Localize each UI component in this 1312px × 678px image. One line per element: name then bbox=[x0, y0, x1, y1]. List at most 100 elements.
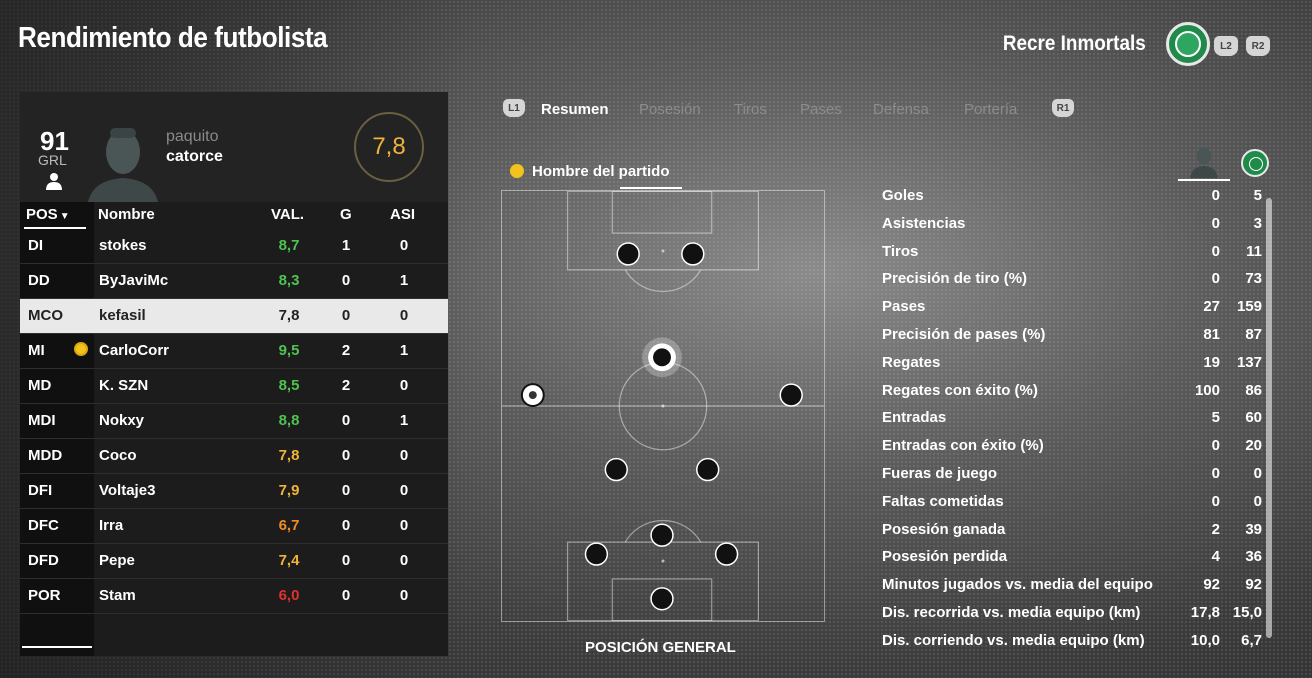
row-goals: 0 bbox=[341, 412, 351, 429]
stat-team-value: 20 bbox=[1245, 437, 1262, 455]
stat-row: Posesión ganada 2 39 bbox=[882, 519, 1262, 543]
motm-label: Hombre del partido bbox=[510, 163, 670, 180]
stat-row: Tiros 0 11 bbox=[882, 241, 1262, 265]
club-name: Recre Inmortals bbox=[1003, 32, 1146, 55]
stat-label: Entradas con éxito (%) bbox=[882, 437, 1044, 455]
header-pos[interactable]: POS ▼ bbox=[26, 206, 70, 223]
table-row[interactable]: MDI Nokxy 8,8 0 1 bbox=[20, 404, 448, 439]
table-row[interactable]: POR Stam 6,0 0 0 bbox=[20, 579, 448, 614]
player-marker bbox=[681, 242, 705, 266]
row-position: MDI bbox=[28, 412, 56, 429]
row-assists: 0 bbox=[399, 517, 409, 534]
stat-team-value: 0 bbox=[1253, 465, 1262, 482]
row-rating: 8,7 bbox=[278, 237, 300, 254]
player-marker bbox=[584, 542, 609, 566]
tab-resumen[interactable]: Resumen bbox=[541, 101, 609, 118]
tab-defensa[interactable]: Defensa bbox=[873, 101, 929, 118]
stat-player-value: 0 bbox=[1211, 437, 1220, 455]
stat-row: Entradas con éxito (%) 0 20 bbox=[882, 435, 1262, 459]
row-rating: 8,5 bbox=[278, 377, 300, 394]
stat-row: Asistencias 0 3 bbox=[882, 213, 1262, 237]
stat-row: Dis. corriendo vs. media equipo (km) 10,0… bbox=[882, 630, 1262, 654]
team-column-crest-icon bbox=[1241, 149, 1269, 177]
stat-player-value: 0 bbox=[1211, 187, 1220, 204]
table-row[interactable]: MD K. SZN 8,5 2 0 bbox=[20, 369, 448, 404]
person-icon bbox=[46, 173, 62, 190]
table-row[interactable]: DFD Pepe 7,4 0 0 bbox=[20, 544, 448, 579]
stat-player-value: 2 bbox=[1211, 520, 1220, 538]
tab-tiros[interactable]: Tiros bbox=[734, 101, 767, 118]
table-row[interactable]: DFC Irra 6,7 0 0 bbox=[20, 509, 448, 544]
row-assists: 0 bbox=[399, 552, 409, 569]
stat-label: Regates bbox=[882, 353, 941, 371]
row-position: DD bbox=[28, 272, 50, 289]
stat-label: Tiros bbox=[882, 242, 919, 260]
stats-column-underline bbox=[1178, 179, 1230, 181]
panel-footer-line bbox=[22, 646, 92, 648]
table-row[interactable]: DD ByJaviMc 8,3 0 1 bbox=[20, 264, 448, 299]
row-assists: 0 bbox=[399, 307, 409, 324]
r1-button-icon[interactable]: R1 bbox=[1052, 99, 1074, 117]
stat-row: Faltas cometidas 0 0 bbox=[882, 491, 1262, 515]
row-rating: 7,8 bbox=[278, 447, 300, 464]
stat-row: Pases 27 159 bbox=[882, 296, 1262, 320]
l1-button-icon[interactable]: L1 bbox=[503, 99, 525, 117]
player-first-name: paquito bbox=[166, 128, 219, 145]
stat-label: Dis. recorrida vs. media equipo (km) bbox=[882, 604, 1141, 621]
row-position: POR bbox=[28, 587, 61, 604]
row-rating: 7,9 bbox=[278, 482, 300, 499]
row-assists: 0 bbox=[399, 482, 409, 499]
stat-row: Precisión de pases (%) 81 87 bbox=[882, 324, 1262, 348]
stat-team-value: 11 bbox=[1246, 242, 1262, 260]
selected-player-inner bbox=[653, 348, 671, 367]
row-rating: 7,4 bbox=[278, 552, 300, 569]
player-marker bbox=[604, 457, 628, 482]
stat-player-value: 0 bbox=[1211, 492, 1220, 510]
stat-player-value: 4 bbox=[1211, 548, 1220, 566]
row-assists: 0 bbox=[399, 587, 409, 604]
tab-pases[interactable]: Pases bbox=[800, 101, 842, 118]
row-goals: 0 bbox=[341, 447, 351, 464]
stat-label: Minutos jugados vs. media del equipo bbox=[882, 576, 1153, 594]
row-player-name: Stam bbox=[99, 587, 136, 604]
r2-button-icon[interactable]: R2 bbox=[1246, 36, 1270, 56]
table-row[interactable]: DFI Voltaje3 7,9 0 0 bbox=[20, 474, 448, 509]
stat-label: Fueras de juego bbox=[882, 465, 998, 482]
row-assists: 0 bbox=[399, 237, 409, 254]
stat-player-value: 81 bbox=[1203, 326, 1220, 343]
stat-team-value: 159 bbox=[1236, 298, 1262, 316]
table-row[interactable]: MCO kefasil 7,8 0 0 bbox=[20, 299, 448, 334]
table-row[interactable]: MDD Coco 7,8 0 0 bbox=[20, 439, 448, 474]
l2-button-icon[interactable]: L2 bbox=[1214, 36, 1238, 56]
stat-team-value: 60 bbox=[1245, 409, 1262, 427]
table-row[interactable]: MI CarloCorr 9,5 2 1 bbox=[20, 334, 448, 369]
stats-scrollbar[interactable] bbox=[1266, 198, 1272, 638]
row-position: DFC bbox=[28, 517, 59, 534]
row-assists: 1 bbox=[399, 342, 409, 359]
row-rating: 6,0 bbox=[278, 587, 300, 604]
stat-row: Goles 0 5 bbox=[882, 185, 1262, 209]
stat-team-value: 87 bbox=[1245, 326, 1262, 343]
stat-label: Goles bbox=[882, 187, 924, 204]
header-val: VAL. bbox=[271, 206, 305, 223]
stat-row: Entradas 5 60 bbox=[882, 407, 1262, 431]
stat-player-value: 19 bbox=[1203, 353, 1220, 371]
tab-posesion[interactable]: Posesión bbox=[639, 101, 701, 118]
stat-label: Precisión de tiro (%) bbox=[882, 270, 1028, 288]
row-position: DFD bbox=[28, 552, 59, 569]
row-position: MCO bbox=[28, 307, 63, 324]
row-position: MDD bbox=[28, 447, 63, 464]
stat-label: Posesión perdida bbox=[882, 548, 1008, 566]
row-player-name: K. SZN bbox=[99, 377, 149, 394]
row-goals: 0 bbox=[341, 272, 351, 289]
top-penalty-box bbox=[566, 191, 760, 271]
row-player-name: ByJaviMc bbox=[99, 272, 169, 289]
stat-team-value: 5 bbox=[1253, 187, 1262, 204]
stat-team-value: 15,0 bbox=[1232, 604, 1262, 621]
table-row[interactable]: DI stokes 8,7 1 0 bbox=[20, 229, 448, 264]
player-marker bbox=[779, 383, 803, 407]
player-marker bbox=[650, 587, 674, 611]
player-ratings-panel: 91 GRL paquito catorce 7,8 POS ▼ Nombre V… bbox=[20, 92, 448, 656]
tab-porteria[interactable]: Portería bbox=[964, 101, 1017, 118]
row-player-name: CarloCorr bbox=[99, 342, 170, 359]
